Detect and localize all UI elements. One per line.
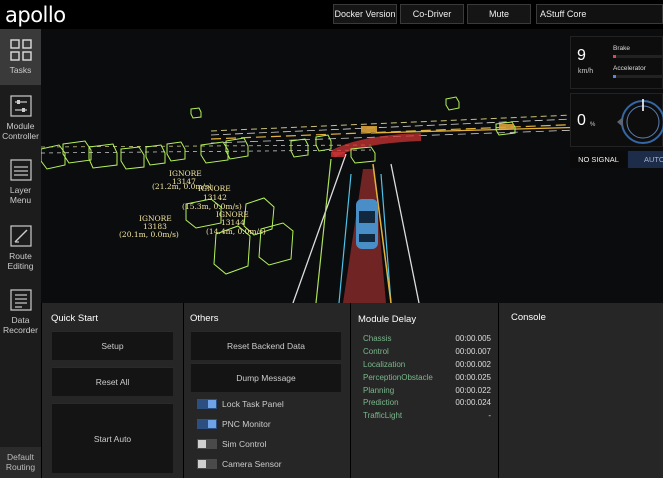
quick-start-panel: Quick Start Setup Reset All Start Auto: [42, 303, 183, 478]
delay-module-name: Chassis: [363, 334, 392, 343]
dump-message-button[interactable]: Dump Message: [191, 363, 341, 392]
driving-mode-indicator: AUTO: [628, 151, 663, 168]
delay-module-value: 00:00.005: [455, 334, 491, 343]
toggle-label: Camera Sensor: [222, 459, 282, 469]
toggle-knob: [208, 420, 216, 428]
sidebar-item-label: Tasks: [9, 65, 32, 75]
grid-icon: [9, 39, 32, 61]
delay-row-perception-obstacle: PerceptionObstacle 00:00.025: [363, 373, 491, 383]
sliders-icon: [9, 95, 32, 117]
delay-row-chassis: Chassis 00:00.005: [363, 334, 491, 344]
sidebar-item-label: Layer Menu: [9, 185, 32, 205]
toggle-knob: [198, 440, 206, 448]
delay-module-name: Localization: [363, 360, 406, 369]
toggle-knob: [198, 460, 206, 468]
obstacle-label-tag: IGNORE: [198, 184, 231, 193]
obstacle-label-info: (14.4m, 0.0m/s): [206, 227, 266, 236]
delay-module-value: 00:00.002: [455, 360, 491, 369]
delay-row-prediction: Prediction 00:00.024: [363, 398, 491, 408]
delay-module-name: PerceptionObstacle: [363, 373, 433, 382]
delay-row-localization: Localization 00:00.002: [363, 360, 491, 370]
speed-value: 9: [577, 47, 586, 64]
vehicle-select[interactable]: AStuff Core: [536, 4, 663, 24]
panel-title: Quick Start: [51, 313, 98, 324]
sidebar-item-layer-menu[interactable]: Layer Menu: [0, 159, 41, 215]
toggle-label: PNC Monitor: [222, 419, 271, 429]
steering-unit: %: [590, 122, 596, 128]
delay-module-value: -: [488, 411, 491, 420]
sidebar-item-label: Module Controller: [2, 121, 39, 141]
apollo-logo: apollo: [5, 3, 66, 27]
ego-vehicle: [356, 199, 378, 249]
sidebar-item-label: Route Editing: [7, 251, 34, 271]
accelerator-label: Accelerator: [613, 65, 646, 72]
toggle-knob: [208, 400, 216, 408]
delay-module-name: Prediction: [363, 398, 399, 407]
pnc-monitor-toggle[interactable]: [197, 419, 217, 429]
panel-title: Console: [511, 312, 546, 323]
top-header: apollo Docker Version Co-Driver Mute ASt…: [0, 0, 663, 29]
accelerator-bar-fill: [613, 75, 616, 78]
delay-module-name: Control: [363, 347, 389, 356]
start-auto-button[interactable]: Start Auto: [52, 403, 173, 473]
sim-control-toggle[interactable]: [197, 439, 217, 449]
lock-task-panel-toggle[interactable]: [197, 399, 217, 409]
camera-sensor-toggle[interactable]: [197, 459, 217, 469]
sidebar-item-label: Data Recorder: [3, 315, 38, 335]
speed-unit: km/h: [578, 68, 594, 75]
obstacle-labels: IGNORE 13147 (21.2m, 0.0m/s) IGNORE 1314…: [119, 169, 266, 239]
steering-panel: 0 %: [570, 93, 663, 147]
co-driver-button[interactable]: Co-Driver: [400, 4, 464, 24]
delay-module-value: 00:00.025: [455, 373, 491, 382]
toggle-label: Sim Control: [222, 439, 267, 449]
delay-row-control: Control 00:00.007: [363, 347, 491, 357]
document-icon: [9, 289, 32, 311]
mute-button[interactable]: Mute: [467, 4, 531, 24]
steering-wheel-icon: [617, 99, 663, 144]
accelerator-bar: [613, 75, 663, 78]
panel-title: Module Delay: [358, 314, 417, 325]
layers-icon: [9, 159, 32, 181]
delay-row-traffic-light: TrafficLight -: [363, 411, 491, 421]
traffic-signal-status: NO SIGNAL: [570, 151, 627, 168]
sidebar: Tasks Module Controller Layer Menu Route…: [0, 29, 41, 478]
sidebar-item-data-recorder[interactable]: Data Recorder: [0, 289, 41, 345]
delay-module-name: Planning: [363, 386, 395, 395]
steering-value: 0: [577, 112, 586, 129]
obstacle-label-id: 13142: [203, 193, 227, 202]
speed-panel: 9 km/h Brake Accelerator: [570, 36, 663, 89]
sidebar-item-route-editing[interactable]: Route Editing: [0, 225, 41, 281]
reset-backend-data-button[interactable]: Reset Backend Data: [191, 331, 341, 360]
obstacle-boxes: [41, 96, 516, 275]
brake-bar-fill: [613, 55, 616, 58]
delay-module-value: 00:00.024: [455, 398, 491, 407]
route-edit-icon: [9, 225, 32, 247]
panel-title: Others: [190, 313, 219, 324]
console-panel: Console: [499, 303, 663, 478]
obstacle-label-info: (20.1m, 0.0m/s): [119, 230, 179, 239]
setup-button[interactable]: Setup: [52, 331, 173, 360]
delay-module-value: 00:00.022: [455, 386, 491, 395]
delay-row-planning: Planning 00:00.022: [363, 386, 491, 396]
toggle-label: Lock Task Panel: [222, 399, 284, 409]
others-panel: Others Reset Backend Data Dump Message: [184, 303, 350, 478]
brake-bar: [613, 55, 663, 58]
sidebar-item-tasks[interactable]: Tasks: [0, 29, 41, 85]
sidebar-item-module-controller[interactable]: Module Controller: [0, 95, 41, 151]
obstacle-label-id: 13144: [221, 218, 245, 227]
delay-module-value: 00:00.007: [455, 347, 491, 356]
brake-label: Brake: [613, 45, 630, 52]
docker-version-button[interactable]: Docker Version: [333, 4, 397, 24]
reset-all-button[interactable]: Reset All: [52, 367, 173, 396]
default-routing-button[interactable]: Default Routing: [0, 447, 41, 478]
delay-module-name: TrafficLight: [363, 411, 403, 420]
